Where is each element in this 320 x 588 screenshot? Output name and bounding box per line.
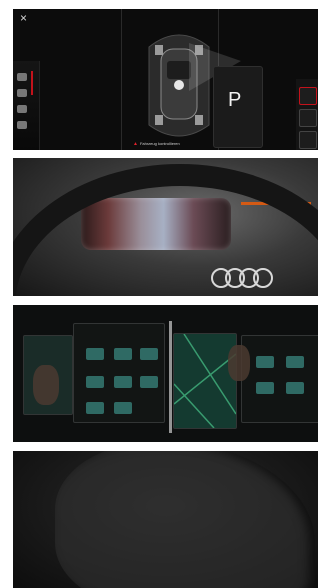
right-sidebar	[296, 79, 318, 150]
app-tile	[114, 348, 132, 360]
cockpit-photo	[13, 158, 318, 296]
sidebar-glyph-icon	[17, 73, 27, 81]
sidebar-glyph-icon	[17, 105, 27, 113]
left-sidebar	[13, 61, 40, 150]
app-tile	[140, 348, 158, 360]
app-tile	[114, 376, 132, 388]
light-beam	[169, 321, 172, 433]
app-tile	[286, 356, 304, 368]
divider	[121, 9, 122, 150]
route-lines	[173, 333, 237, 429]
app-tile	[140, 376, 158, 388]
warning-triangle-icon: ▲	[133, 141, 138, 147]
sidebar-glyph-icon	[17, 121, 27, 129]
warning-message: ▲ Fahrzeug kontrollieren	[133, 141, 180, 147]
touchscreen-photo	[13, 305, 318, 442]
app-tile	[286, 382, 304, 394]
speaker-photo	[13, 451, 318, 588]
gear-letter: P	[228, 89, 242, 111]
speaker-grille	[55, 451, 315, 588]
right-tab-icon[interactable]	[299, 87, 317, 105]
sidebar-glyph-icon	[17, 89, 27, 97]
parking-assist-photo: × P ▲ Fahrzeug kontrollieren	[13, 9, 318, 150]
app-tile	[86, 348, 104, 360]
four-rings-logo-icon	[211, 268, 273, 288]
app-tile	[86, 376, 104, 388]
app-tile	[256, 356, 274, 368]
hand	[33, 365, 59, 405]
hand	[228, 345, 250, 381]
sidebar-red-indicator	[31, 71, 33, 95]
right-tab-icon[interactable]	[299, 131, 317, 149]
right-screen	[241, 335, 318, 423]
close-icon[interactable]: ×	[20, 11, 27, 25]
app-tile	[86, 402, 104, 414]
map-screen	[173, 333, 237, 429]
left-screen	[73, 323, 165, 423]
right-tab-icon[interactable]	[299, 109, 317, 127]
app-tile	[114, 402, 132, 414]
app-tile	[256, 382, 274, 394]
gear-indicator: P	[213, 66, 263, 148]
warning-text: Fahrzeug kontrollieren	[139, 141, 180, 146]
